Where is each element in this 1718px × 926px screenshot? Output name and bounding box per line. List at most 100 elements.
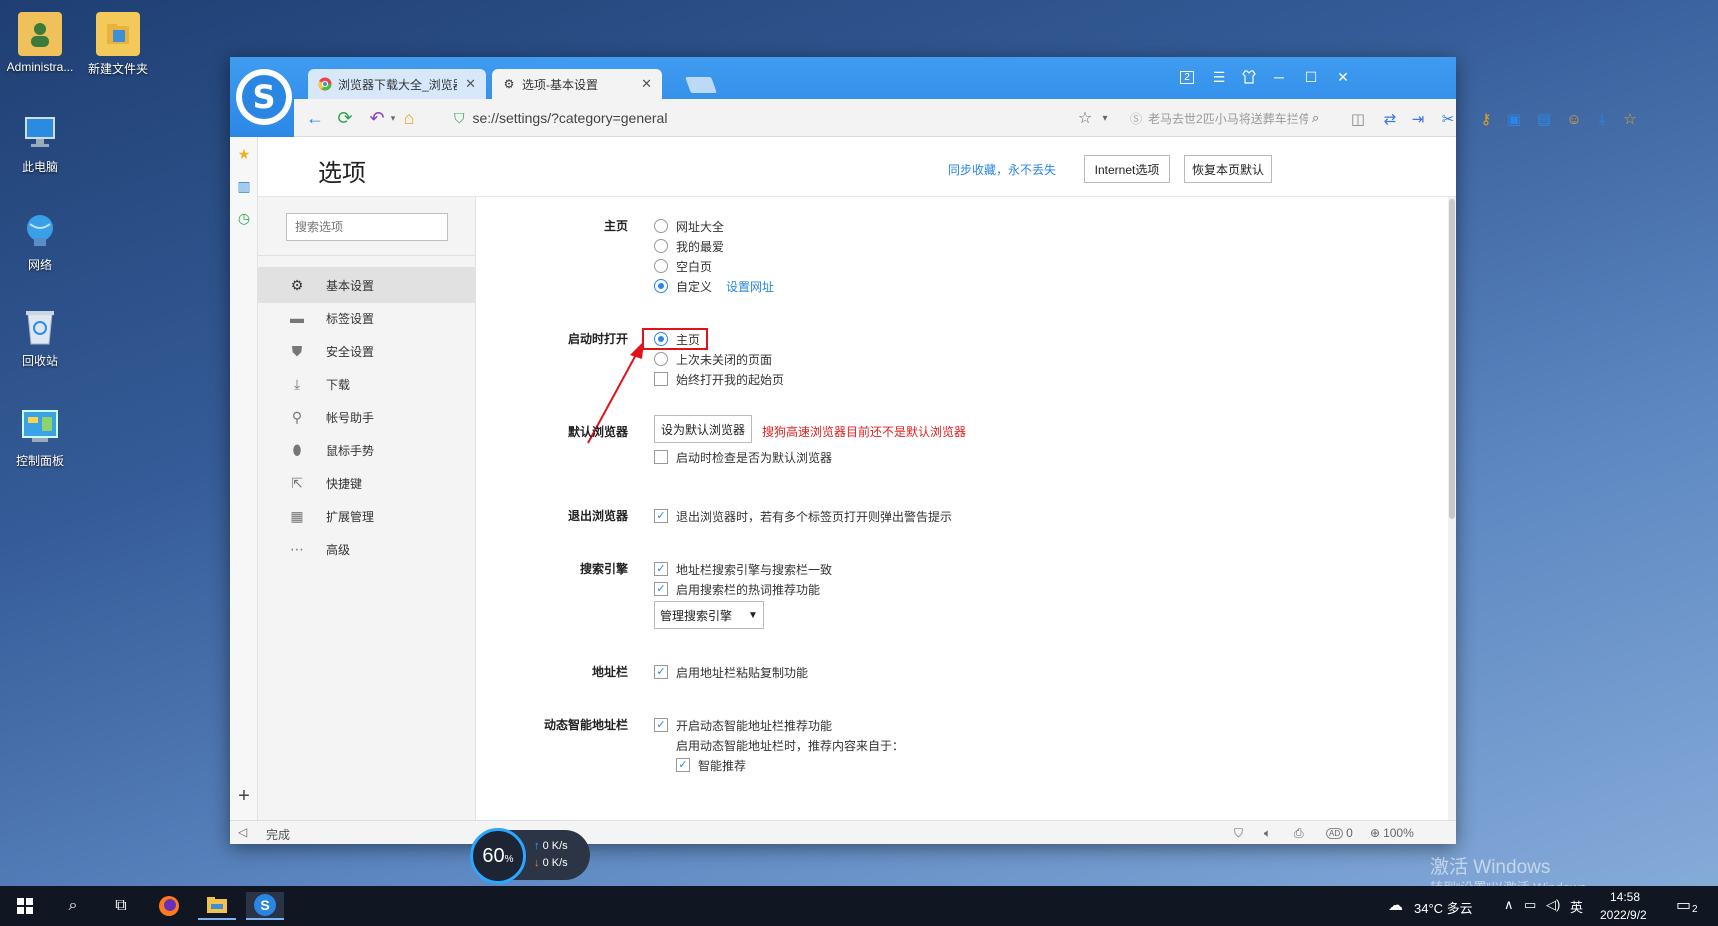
checkbox-checked[interactable]: ✓	[676, 758, 690, 772]
checkbox-checked[interactable]: ✓	[654, 509, 668, 523]
radio-button-selected[interactable]	[654, 279, 668, 293]
print-icon[interactable]: ⎙	[1294, 825, 1304, 841]
sidebar-item-tabs[interactable]: ▬ 标签设置	[258, 300, 475, 336]
sync-link[interactable]: 同步收藏，永不丢失	[948, 161, 1056, 178]
skin-icon[interactable]	[1234, 67, 1264, 87]
checkbox-option[interactable]: 始终打开我的起始页	[654, 370, 784, 388]
mute-icon[interactable]: 🔈︎	[1264, 825, 1271, 841]
badge-icon[interactable]: 2	[1172, 67, 1202, 87]
checkbox-option[interactable]: ✓ 启用搜索栏的热词推荐功能	[654, 580, 820, 598]
checkbox-option[interactable]: ✓ 开启动态智能地址栏推荐功能	[654, 716, 832, 734]
login-icon[interactable]: ⇥	[1408, 109, 1428, 129]
manage-search-engines-button[interactable]: 管理搜索引擎 ▼	[654, 601, 764, 629]
sidebar-item-security[interactable]: ⛊ 安全设置	[258, 333, 475, 369]
maximize-button[interactable]: ☐	[1296, 67, 1326, 87]
favorites-icon[interactable]: ★	[235, 145, 253, 163]
sidebar-item-basic[interactable]: ⚙ 基本设置	[258, 267, 475, 303]
checkbox-option[interactable]: 启动时检查是否为默认浏览器	[654, 448, 832, 466]
close-window-button[interactable]: ✕	[1328, 67, 1358, 87]
scrollbar-thumb[interactable]	[1449, 199, 1455, 519]
file-explorer-icon[interactable]	[198, 892, 236, 920]
radio-option[interactable]: 自定义 设置网址	[654, 277, 774, 295]
favorites-star-icon[interactable]: ☆	[1620, 109, 1640, 129]
sidebar-toggle-icon[interactable]: ◁	[238, 825, 247, 839]
reader-icon[interactable]: ▤	[1534, 109, 1554, 129]
restore-defaults-button[interactable]: 恢复本页默认	[1184, 155, 1272, 183]
chevron-up-icon[interactable]: ∧	[1504, 897, 1514, 913]
radio-option[interactable]: 上次未关闭的页面	[654, 350, 772, 368]
checkbox-option[interactable]: ✓ 启用地址栏粘贴复制功能	[654, 663, 808, 681]
desktop-icon-administrator[interactable]: Administra...	[0, 12, 80, 74]
set-default-browser-button[interactable]: 设为默认浏览器	[654, 415, 752, 443]
address-bar[interactable]: ⛉ se://settings/?category=general	[454, 105, 1114, 131]
refresh-button[interactable]: ⟳	[334, 107, 356, 129]
reading-list-icon[interactable]: ▥	[235, 177, 253, 195]
sidebar-item-shortcuts[interactable]: ⇱ 快捷键	[258, 465, 475, 501]
zoom-control[interactable]: ⊕ 100%	[1370, 825, 1414, 841]
checkbox-checked[interactable]: ✓	[654, 562, 668, 576]
radio-button[interactable]	[654, 259, 668, 273]
sidebar-item-account[interactable]: ⚲ 帐号助手	[258, 399, 475, 435]
scissors-icon[interactable]: ✂	[1438, 109, 1458, 129]
chevron-down-icon[interactable]: ▾	[1094, 107, 1116, 129]
back-button[interactable]: ←	[304, 107, 326, 129]
radio-option[interactable]: 空白页	[654, 257, 712, 275]
download-icon[interactable]: ⤓	[1592, 109, 1612, 129]
minimize-button[interactable]: ─	[1264, 67, 1294, 87]
notification-icon[interactable]: ▭	[1676, 895, 1691, 915]
desktop-icon-new-folder[interactable]: 新建文件夹	[78, 12, 158, 77]
translate-tool-icon[interactable]: ▣	[1504, 109, 1524, 129]
sidebar-item-extensions[interactable]: ▦ 扩展管理	[258, 498, 475, 534]
tab-settings[interactable]: ⚙ 选项-基本设置 ✕	[492, 69, 662, 99]
tab-browser-downloads[interactable]: 浏览器下载大全_浏览器 ✕	[308, 69, 486, 99]
sidebar-item-mouse-gestures[interactable]: ⬮ 鼠标手势	[258, 432, 475, 468]
sidebar-item-download[interactable]: ⤓ 下载	[258, 366, 475, 402]
sogou-browser-taskbar-icon[interactable]: S	[246, 892, 284, 920]
windows-start-icon[interactable]	[6, 892, 44, 920]
new-tab-button[interactable]	[685, 77, 717, 93]
input-method-indicator[interactable]: 英	[1570, 897, 1583, 916]
home-button[interactable]: ⌂	[398, 107, 420, 129]
volume-icon[interactable]: ◁)	[1546, 897, 1560, 913]
smile-icon[interactable]: ☺	[1564, 109, 1584, 129]
ad-block-icon[interactable]: AD 0	[1326, 825, 1353, 841]
weather-icon[interactable]: ☁	[1388, 896, 1403, 914]
clock-date[interactable]: 2022/9/2	[1600, 908, 1647, 922]
screenshot-icon[interactable]: ◫	[1348, 109, 1368, 129]
task-view-icon[interactable]: ⧉	[102, 892, 140, 920]
checkbox-option[interactable]: ✓ 智能推荐	[654, 756, 746, 774]
translate-icon[interactable]: ⇄	[1380, 109, 1400, 129]
firefox-icon[interactable]	[150, 892, 188, 920]
search-icon[interactable]: ⌕	[1312, 110, 1319, 126]
checkbox-checked[interactable]: ✓	[654, 582, 668, 596]
checkbox-option[interactable]: ✓ 地址栏搜索引擎与搜索栏一致	[654, 560, 832, 578]
internet-options-button[interactable]: Internet选项	[1084, 155, 1170, 183]
checkbox[interactable]	[654, 450, 668, 464]
set-url-link[interactable]: 设置网址	[726, 278, 774, 295]
checkbox-checked[interactable]: ✓	[654, 665, 668, 679]
shield-icon[interactable]: ⛉	[1234, 825, 1243, 841]
key-icon[interactable]: ⚷	[1476, 109, 1496, 129]
checkbox-checked[interactable]: ✓	[654, 718, 668, 732]
close-icon[interactable]: ✕	[641, 76, 652, 92]
radio-option[interactable]: 我的最爱	[654, 237, 724, 255]
desktop-icon-this-pc[interactable]: 此电脑	[0, 110, 80, 175]
desktop-icon-recycle-bin[interactable]: 回收站	[0, 304, 80, 369]
checkbox-option[interactable]: ✓ 退出浏览器时，若有多个标签页打开则弹出警告提示	[654, 507, 952, 525]
sidebar-item-advanced[interactable]: ⋯ 高级	[258, 531, 475, 567]
address-text[interactable]: se://settings/?category=general	[473, 110, 668, 126]
search-icon[interactable]: ⌕	[54, 892, 92, 920]
weather-text[interactable]: 34°C 多云	[1414, 898, 1473, 917]
desktop-icon-network[interactable]: 网络	[0, 208, 80, 273]
add-icon[interactable]: +	[235, 785, 253, 807]
sogou-logo-icon[interactable]: S	[236, 69, 292, 125]
menu-icon[interactable]: ☰	[1204, 67, 1234, 87]
clock-time[interactable]: 14:58	[1610, 890, 1640, 904]
desktop-icon-control-panel[interactable]: 控制面板	[0, 404, 80, 469]
close-icon[interactable]: ✕	[465, 76, 476, 92]
search-box[interactable]: Ⓢ 老马去世2匹小马将送葬车拦停 ⌕	[1130, 105, 1340, 131]
network-speed-widget[interactable]: 60% ↑ 0 K/s ↓ 0 K/s	[470, 828, 590, 884]
radio-option[interactable]: 网址大全	[654, 217, 724, 235]
radio-button[interactable]	[654, 239, 668, 253]
scrollbar[interactable]	[1448, 197, 1456, 820]
